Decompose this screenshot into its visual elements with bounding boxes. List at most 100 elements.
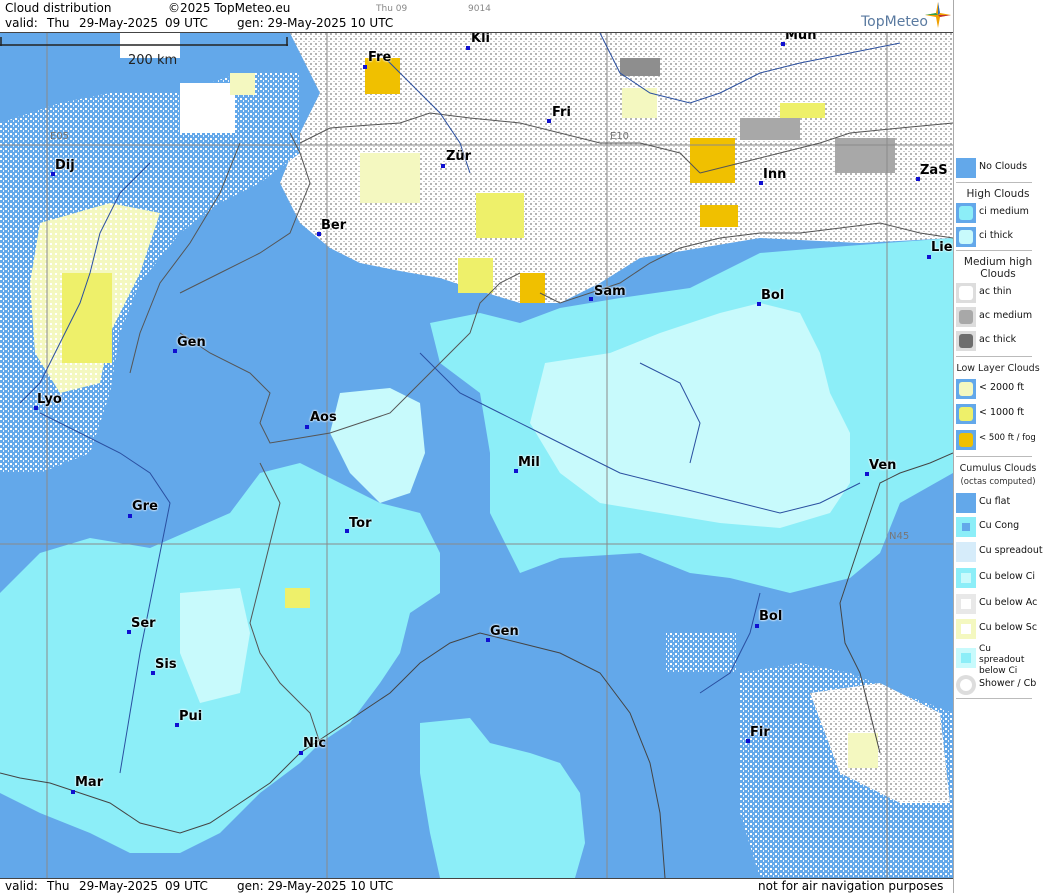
city-label[interactable]: Inn	[763, 167, 786, 182]
city-label[interactable]: Sis	[155, 657, 177, 672]
legend-cu-cong: Cu Cong	[955, 516, 1043, 538]
map-canvas	[0, 33, 953, 878]
legend-shower-cb: Shower / Cb	[955, 674, 1043, 696]
low-2000-patch	[360, 153, 420, 203]
map-title: Cloud distribution	[5, 1, 112, 15]
copyright: ©2025 TopMeteo.eu	[168, 1, 291, 15]
header-tiny-a: Thu 09	[376, 4, 408, 14]
city-label[interactable]: Gre	[132, 499, 158, 514]
city-label[interactable]: Fri	[552, 105, 571, 120]
generated-time: gen: 29-May-2025 10 UTC	[237, 16, 394, 30]
legend-swatch	[956, 493, 976, 513]
header: Cloud distribution ©2025 TopMeteo.eu Thu…	[0, 0, 953, 33]
ac-thin-patch	[180, 83, 235, 133]
legend-panel: No Clouds High Clouds ci medium ci thick…	[953, 0, 1045, 893]
legend-swatch	[956, 594, 976, 614]
city-label[interactable]: Pui	[179, 709, 202, 724]
legend-label: No Clouds	[979, 161, 1028, 172]
city-label[interactable]: Gen	[490, 624, 519, 639]
city-label[interactable]: Sam	[594, 284, 626, 299]
legend-divider	[956, 698, 1032, 699]
legend-ci-thick: ci thick	[955, 226, 1043, 248]
legend-label: Cu spreadout below Ci	[979, 644, 1025, 676]
shower-icon	[956, 675, 976, 695]
legend-divider	[956, 456, 1032, 457]
city-marker	[441, 164, 445, 168]
city-label[interactable]: Zür	[446, 149, 471, 164]
city-label[interactable]: Fre	[368, 50, 391, 65]
valid-time: 09 UTC	[165, 16, 208, 30]
cloud-map[interactable]: 200 km E05 E10 N45 Mün Kli Fre Fri Dij Z…	[0, 33, 953, 878]
city-label[interactable]: Aos	[310, 410, 337, 425]
ac-medium-patch	[740, 118, 800, 140]
low-2000-patch	[230, 73, 255, 95]
legend-swatch	[956, 307, 976, 327]
legend-low-500: < 500 ft / fog	[955, 429, 1043, 451]
footer-generated-time: gen: 29-May-2025 10 UTC	[237, 879, 394, 893]
compass-star-icon	[925, 2, 951, 28]
city-label[interactable]: ZaS	[920, 163, 948, 178]
legend-swatch	[956, 619, 976, 639]
legend-cu-below-ci: Cu below Ci	[955, 567, 1043, 589]
legend-no-clouds: No Clouds	[955, 157, 1043, 179]
city-label[interactable]: Kli	[471, 33, 490, 46]
city-label[interactable]: Fir	[750, 725, 770, 740]
legend-cu-flat: Cu flat	[955, 492, 1043, 514]
low-2000-patch	[848, 733, 878, 768]
city-label[interactable]: Ser	[131, 616, 156, 631]
legend-label: Cu below Sc	[979, 622, 1038, 633]
city-label[interactable]: Dij	[55, 158, 75, 173]
footer-valid-date: 29-May-2025	[79, 879, 159, 893]
legend-ci-medium: ci medium	[955, 202, 1043, 224]
city-label[interactable]: Mar	[75, 775, 103, 790]
valid-day: Thu	[47, 16, 70, 30]
city-label[interactable]: Lyo	[37, 392, 62, 407]
legend-swatch	[956, 227, 976, 247]
legend-swatch	[956, 517, 976, 537]
legend-label: ac medium	[979, 310, 1033, 321]
footer-valid-label: valid:	[5, 879, 38, 893]
city-marker	[363, 65, 367, 69]
city-label[interactable]: Ven	[869, 458, 896, 473]
header-tiny-b: 9014	[468, 4, 491, 14]
city-label[interactable]: Lie	[931, 240, 953, 255]
city-label[interactable]: Nic	[303, 736, 326, 751]
grid-label-n45: N45	[889, 531, 910, 542]
cu-below-ac-area	[666, 633, 736, 673]
legend-cu-below-ac: Cu below Ac	[955, 593, 1043, 615]
legend-divider	[956, 250, 1032, 251]
legend-ac-thick: ac thick	[955, 330, 1043, 352]
city-marker	[71, 790, 75, 794]
low-1000-patch	[780, 103, 825, 118]
topmeteo-logo[interactable]: TopMeteo	[861, 14, 928, 30]
legend-cu-below-sc: Cu below Sc	[955, 618, 1043, 640]
city-label[interactable]: Bol	[759, 609, 782, 624]
scale-bar	[0, 37, 288, 46]
legend-swatch	[956, 648, 976, 668]
legend-label: Cu Cong	[979, 520, 1020, 531]
footer-valid-day: Thu	[47, 879, 70, 893]
city-label[interactable]: Bol	[761, 288, 784, 303]
city-label[interactable]: Tor	[349, 516, 371, 531]
legend-ac-thin: ac thin	[955, 282, 1043, 304]
legend-divider	[956, 356, 1032, 357]
legend-label: Cu below Ci	[979, 571, 1036, 582]
legend-swatch	[956, 283, 976, 303]
city-label[interactable]: Gen	[177, 335, 206, 350]
city-label[interactable]: Mil	[518, 455, 540, 470]
legend-cu-spreadout-below-ci: Cu spreadout below Ci	[955, 644, 1043, 676]
legend-divider	[956, 182, 1032, 183]
legend-label: Shower / Cb	[979, 678, 1037, 689]
legend-label: Cu below Ac	[979, 597, 1038, 608]
legend-swatch	[956, 158, 976, 178]
legend-subheading-octas: (octas computed)	[960, 477, 1036, 487]
legend-ac-medium: ac medium	[955, 306, 1043, 328]
legend-label: Cu flat	[979, 496, 1011, 507]
legend-swatch	[956, 568, 976, 588]
legend-swatch	[956, 542, 976, 562]
grid-label-e10: E10	[610, 131, 630, 142]
legend-heading-medium: Medium high Clouds	[963, 256, 1033, 280]
city-label[interactable]: Mün	[785, 33, 816, 43]
city-marker	[466, 46, 470, 50]
city-label[interactable]: Ber	[321, 218, 346, 233]
